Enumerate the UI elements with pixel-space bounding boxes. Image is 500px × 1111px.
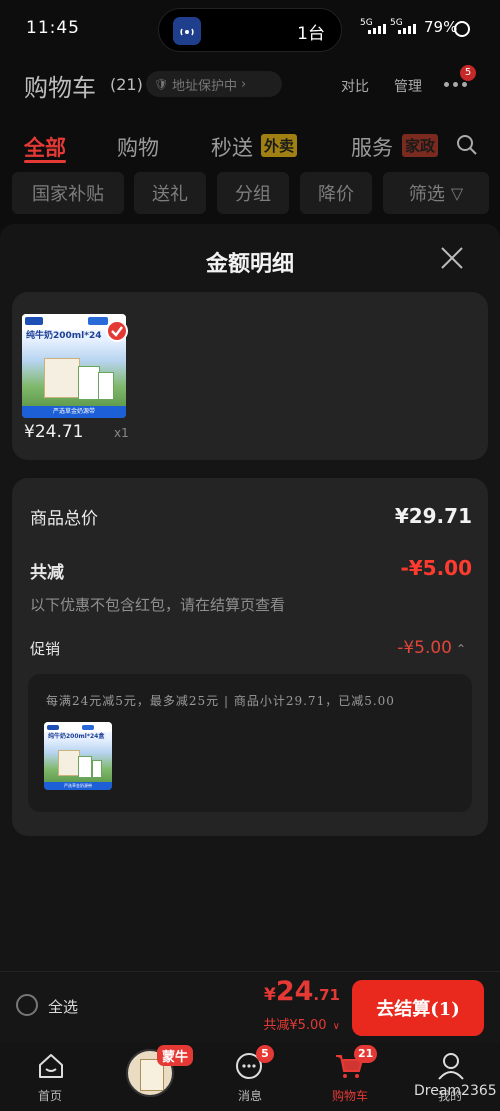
select-all-label[interactable]: 全选 — [48, 996, 78, 1017]
saved-amount[interactable]: 共减¥5.00 ∨ — [263, 1014, 340, 1033]
promo-label: 促销 — [30, 640, 61, 658]
island-count: 1台 — [297, 24, 325, 44]
nav-home[interactable]: 首页 — [0, 1043, 100, 1111]
chevron-down-icon: ∨ — [332, 1021, 340, 1032]
nav-cart[interactable]: 21 购物车 — [300, 1043, 400, 1111]
shield-icon: 🛡 — [154, 77, 168, 91]
filter-group[interactable]: 分组 — [217, 172, 289, 214]
filter-screen-label: 筛选 — [408, 184, 445, 205]
battery-icon — [454, 21, 470, 37]
manage-button[interactable]: 管理 — [394, 76, 422, 96]
page-title: 购物车 — [24, 74, 96, 102]
signal-icon-2 — [398, 24, 416, 34]
funnel-icon: ▽ — [450, 183, 464, 203]
total-yen: ¥ — [264, 985, 276, 1005]
discount-label: 共减 — [30, 563, 64, 583]
filter-gift[interactable]: 送礼 — [134, 172, 206, 214]
product-thumb-banner: 严选草金奶源带 — [22, 406, 126, 418]
checked-icon[interactable] — [106, 320, 128, 342]
messages-badge: 5 — [256, 1045, 274, 1063]
brand-logo-icon — [25, 317, 43, 325]
nav-messages-label: 消息 — [237, 1089, 262, 1103]
tab-miaosong[interactable]: 秒送 — [211, 132, 253, 162]
total-int: 24 — [275, 976, 314, 1007]
promo-thumb-title: 纯牛奶200ml*24盒 — [48, 733, 105, 740]
clock: 11:45 — [26, 18, 80, 38]
close-icon[interactable] — [440, 246, 464, 270]
more-badge: 5 — [460, 65, 476, 81]
select-all-radio[interactable] — [16, 994, 38, 1016]
address-protection-pill[interactable]: 🛡 地址保护中 › — [146, 71, 282, 97]
item-price: ¥24.71 — [24, 422, 84, 442]
sheet-title: 金额明细 — [205, 252, 294, 277]
discount-value: -¥5.00 — [400, 556, 472, 580]
compare-button[interactable]: 对比 — [341, 76, 369, 96]
filter-subsidy[interactable]: 国家补贴 — [12, 172, 124, 214]
selected-items-card: 纯牛奶200ml*24 严选草金奶源带 ¥24.71 x1 — [12, 292, 488, 460]
dynamic-island[interactable]: 1台 — [158, 8, 342, 52]
waimai-tag: 外卖 — [261, 134, 298, 157]
nav-home-label: 首页 — [37, 1089, 62, 1103]
promo-value[interactable]: -¥5.00 — [397, 638, 452, 658]
total-price-value: ¥29.71 — [394, 504, 472, 528]
total-price-label: 商品总价 — [30, 509, 98, 529]
total-dec: .71 — [313, 986, 340, 1004]
cart-count: (21) — [110, 75, 143, 94]
jiazheng-tag: 家政 — [402, 134, 439, 157]
item-qty: x1 — [114, 426, 129, 440]
nfc-icon — [173, 17, 201, 45]
cart-badge: 21 — [354, 1045, 378, 1063]
tab-all[interactable]: 全部 — [24, 132, 66, 162]
price-breakdown-card: 商品总价 ¥29.71 共减 -¥5.00 以下优惠不包含红包，请在结算页查看 … — [12, 478, 488, 836]
nav-cart-label: 购物车 — [331, 1089, 368, 1103]
battery-percent: 79% — [424, 18, 458, 36]
signal-icon — [368, 24, 386, 34]
tab-indicator — [24, 160, 66, 163]
promo-description: 每满24元减5元，最多减25元 | 商品小计29.71，已减5.00 — [46, 694, 395, 708]
chevron-up-icon[interactable]: ⌃ — [456, 642, 466, 656]
promo-product-thumbnail[interactable]: 纯牛奶200ml*24盒 严选草金奶源带 — [44, 722, 112, 790]
total-amount: ¥24.71 — [264, 976, 340, 1007]
filter-bar: 国家补贴 送礼 分组 降价 筛选 ▽ — [12, 172, 500, 214]
checkout-bar: 全选 ¥24.71 共减¥5.00 ∨ 去结算(1) — [0, 971, 500, 1043]
tab-service[interactable]: 服务 — [351, 132, 393, 162]
filter-price-drop[interactable]: 降价 — [300, 172, 372, 214]
chevron-right-icon: › — [240, 76, 247, 92]
nav-messages[interactable]: 5 消息 — [200, 1043, 300, 1111]
watermark-text: Dream2365 — [414, 1083, 497, 1099]
brand-tag: 蒙牛 — [157, 1045, 194, 1066]
tab-shopping[interactable]: 购物 — [117, 132, 159, 162]
saved-label: 共减¥5.00 — [263, 1018, 327, 1033]
discount-note: 以下优惠不包含红包，请在结算页查看 — [30, 596, 286, 614]
search-icon[interactable] — [456, 134, 478, 156]
address-protection-label: 地址保护中 — [171, 78, 237, 94]
more-icon[interactable] — [444, 82, 467, 87]
promo-detail-box: 每满24元减5元，最多减25元 | 商品小计29.71，已减5.00 纯牛奶20… — [28, 674, 472, 812]
checkout-button[interactable]: 去结算(1) — [352, 980, 484, 1036]
user-icon — [438, 1053, 464, 1080]
bottom-nav: 首页 蒙牛 5 消息 21 购物车 我的 — [0, 1043, 500, 1111]
amount-detail-sheet: 金额明细 纯牛奶200ml*24 严选草金奶源带 ¥24.71 x1 商品总价 … — [0, 224, 500, 971]
filter-screen[interactable]: 筛选 ▽ — [383, 172, 489, 214]
product-thumb-title: 纯牛奶200ml*24 — [26, 331, 102, 341]
promo-thumb-banner: 严选草金奶源带 — [44, 782, 112, 790]
status-bar: 11:45 1台 5G 5G 79% — [0, 0, 500, 58]
nav-mine[interactable]: 我的 — [400, 1043, 500, 1111]
home-icon — [39, 1054, 63, 1078]
